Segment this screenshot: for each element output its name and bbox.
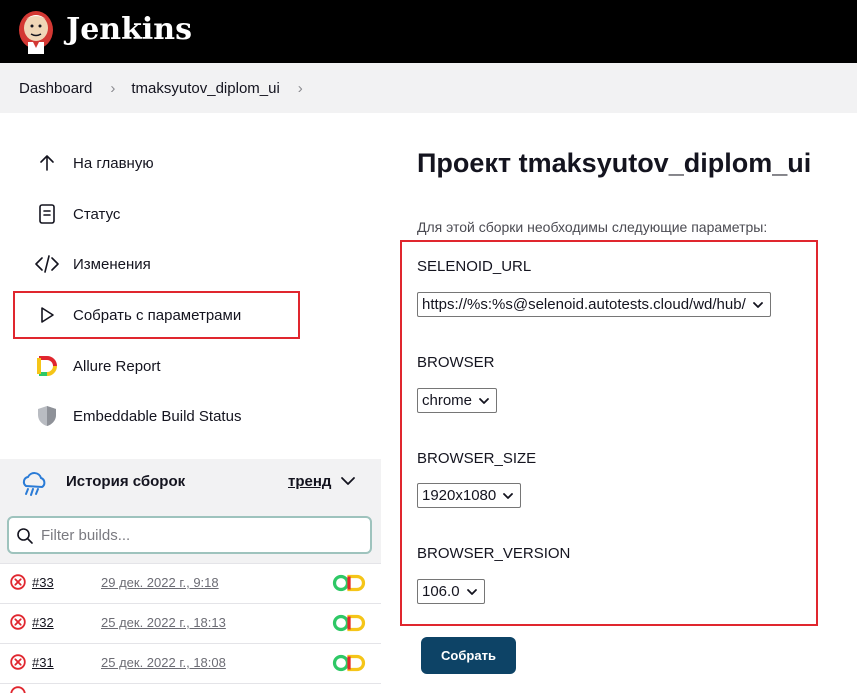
weather-cloud-icon — [22, 472, 46, 496]
build-number-link[interactable]: #32 — [32, 615, 54, 630]
highlight-box-build-task — [13, 291, 300, 339]
allure-report-icon[interactable] — [332, 613, 368, 633]
task-label-home: На главную — [73, 154, 154, 172]
chevron-down-icon — [479, 397, 489, 404]
task-home[interactable]: На главную — [35, 148, 154, 178]
select-value: https://%s:%s@selenoid.autotests.cloud/w… — [422, 296, 746, 313]
breadcrumb-separator-icon: › — [110, 79, 116, 97]
build-number-link[interactable]: #31 — [32, 655, 54, 670]
build-row: #32 25 дек. 2022 г., 18:13 — [0, 603, 381, 643]
search-icon — [17, 528, 33, 544]
allure-icon — [35, 354, 59, 378]
task-label-embeddable-build-status: Embeddable Build Status — [73, 407, 242, 425]
arrow-up-icon — [35, 151, 59, 175]
param-name-browser-version: BROWSER_VERSION — [417, 545, 571, 562]
chevron-down-icon — [466, 588, 477, 595]
build-submit-button[interactable]: Собрать — [421, 637, 516, 674]
shield-icon — [35, 404, 59, 428]
build-date-link[interactable]: 25 дек. 2022 г., 18:13 — [101, 615, 226, 630]
param-name-browser-size: BROWSER_SIZE — [417, 450, 537, 467]
failed-status-icon — [10, 614, 26, 630]
document-icon — [35, 202, 59, 226]
top-header: Jenkins — [0, 0, 857, 63]
build-row-partial — [0, 683, 381, 693]
parameters-description: Для этой сборки необходимы следующие пар… — [417, 219, 768, 235]
select-browser-size[interactable]: 1920x1080 — [417, 483, 522, 508]
brand-name[interactable]: Jenkins — [66, 10, 192, 50]
page-title: Проект tmaksyutov_diplom_ui — [417, 148, 812, 178]
param-name-selenoid-url: SELENOID_URL — [417, 258, 532, 275]
task-status[interactable]: Статус — [35, 199, 120, 229]
build-history-title: История сборок — [66, 473, 186, 490]
task-label-status: Статус — [73, 205, 121, 223]
build-history-panel: История сборок тренд #33 29 дек. 2022 г.… — [0, 459, 381, 693]
build-row: #31 25 дек. 2022 г., 18:08 — [0, 643, 381, 683]
breadcrumb-dashboard[interactable]: Dashboard — [19, 80, 92, 97]
breadcrumb-project[interactable]: tmaksyutov_diplom_ui — [131, 80, 279, 97]
build-history-header: История сборок тренд — [0, 459, 381, 507]
task-label-allure-report: Allure Report — [73, 357, 161, 375]
build-row: #33 29 дек. 2022 г., 9:18 — [0, 563, 381, 603]
select-value: 1920x1080 — [422, 487, 497, 504]
select-selenoid-url[interactable]: https://%s:%s@selenoid.autotests.cloud/w… — [417, 292, 771, 317]
select-browser-version[interactable]: 106.0 — [417, 579, 485, 604]
task-embeddable-build-status[interactable]: Embeddable Build Status — [35, 401, 241, 431]
build-date-link[interactable]: 25 дек. 2022 г., 18:08 — [101, 655, 226, 670]
filter-builds-field[interactable] — [7, 516, 372, 554]
filter-builds-input[interactable] — [41, 524, 361, 546]
select-browser[interactable]: chrome — [417, 388, 498, 413]
allure-report-icon[interactable] — [332, 653, 368, 673]
task-allure-report[interactable]: Allure Report — [35, 351, 161, 381]
jenkins-logo-icon[interactable] — [16, 6, 56, 56]
failed-status-icon — [10, 654, 26, 670]
code-icon — [35, 252, 59, 276]
select-value: 106.0 — [422, 583, 460, 600]
task-changes[interactable]: Изменения — [35, 249, 151, 279]
task-label-changes: Изменения — [73, 255, 151, 273]
failed-status-icon — [10, 686, 26, 693]
build-date-link[interactable]: 29 дек. 2022 г., 9:18 — [101, 575, 219, 590]
breadcrumb-chevron-icon[interactable]: › — [298, 80, 303, 97]
build-number-link[interactable]: #33 — [32, 575, 54, 590]
breadcrumb: Dashboard › tmaksyutov_diplom_ui › — [0, 63, 857, 113]
trend-link[interactable]: тренд — [288, 473, 331, 490]
chevron-down-icon — [503, 492, 514, 499]
select-value: chrome — [422, 392, 473, 409]
chevron-down-icon[interactable] — [340, 473, 356, 489]
param-name-browser: BROWSER — [417, 354, 495, 371]
chevron-down-icon — [752, 301, 763, 308]
failed-status-icon — [10, 574, 26, 590]
allure-report-icon[interactable] — [332, 573, 368, 593]
